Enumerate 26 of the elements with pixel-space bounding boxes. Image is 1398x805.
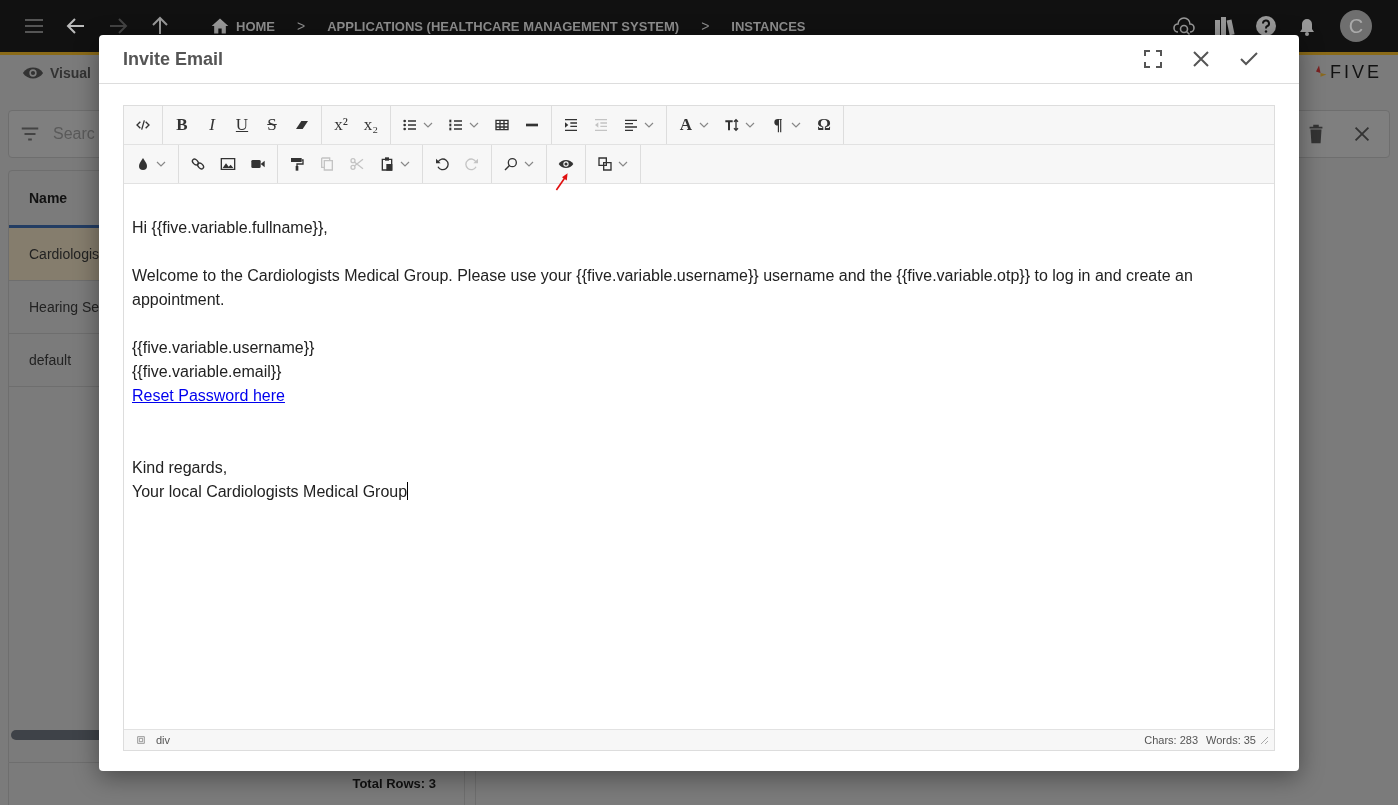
- email-text: Your local Cardiologists Medical Group: [132, 481, 410, 502]
- reset-password-link[interactable]: Reset Password here: [132, 387, 285, 404]
- breadcrumb-link[interactable]: INSTANCES: [731, 18, 806, 34]
- word-count: Words: 35: [1206, 734, 1256, 746]
- email-text: {{five.variable.username}}: [132, 338, 316, 358]
- email-text: Kind regards,: [132, 458, 229, 478]
- format-button[interactable]: S: [257, 110, 287, 140]
- format-button[interactable]: x₂: [356, 110, 386, 140]
- char-count: Chars: 283: [1144, 734, 1199, 746]
- breadcrumb-link[interactable]: HOME: [236, 18, 275, 34]
- element-path[interactable]: div: [156, 734, 1137, 746]
- format-button[interactable]: ¶: [763, 110, 809, 140]
- logo-text: FIVE: [1330, 62, 1382, 83]
- format-button[interactable]: Ω: [809, 110, 839, 140]
- dialog-title: Invite Email: [123, 48, 225, 70]
- format-button[interactable]: U: [227, 110, 257, 140]
- email-text: {{five.variable.email}}: [132, 362, 283, 382]
- breadcrumb-link[interactable]: APPLICATIONS (HEALTHCARE MANAGEMENT SYSTEM): [327, 18, 680, 34]
- email-text: Welcome to the Cardiologists Medical Group. Please use your {{five.variable.username}} username and the {{five.variable.otp}} to log in and create an appointment.: [132, 266, 1194, 310]
- format-button[interactable]: x²: [326, 110, 356, 140]
- format-button[interactable]: A: [671, 110, 717, 140]
- format-button[interactable]: I: [197, 110, 227, 140]
- breadcrumb-separator: >: [701, 18, 710, 34]
- format-button[interactable]: B: [167, 110, 197, 140]
- breadcrumb-separator: >: [297, 18, 306, 34]
- email-text: Hi {{five.variable.fullname}},: [132, 218, 329, 238]
